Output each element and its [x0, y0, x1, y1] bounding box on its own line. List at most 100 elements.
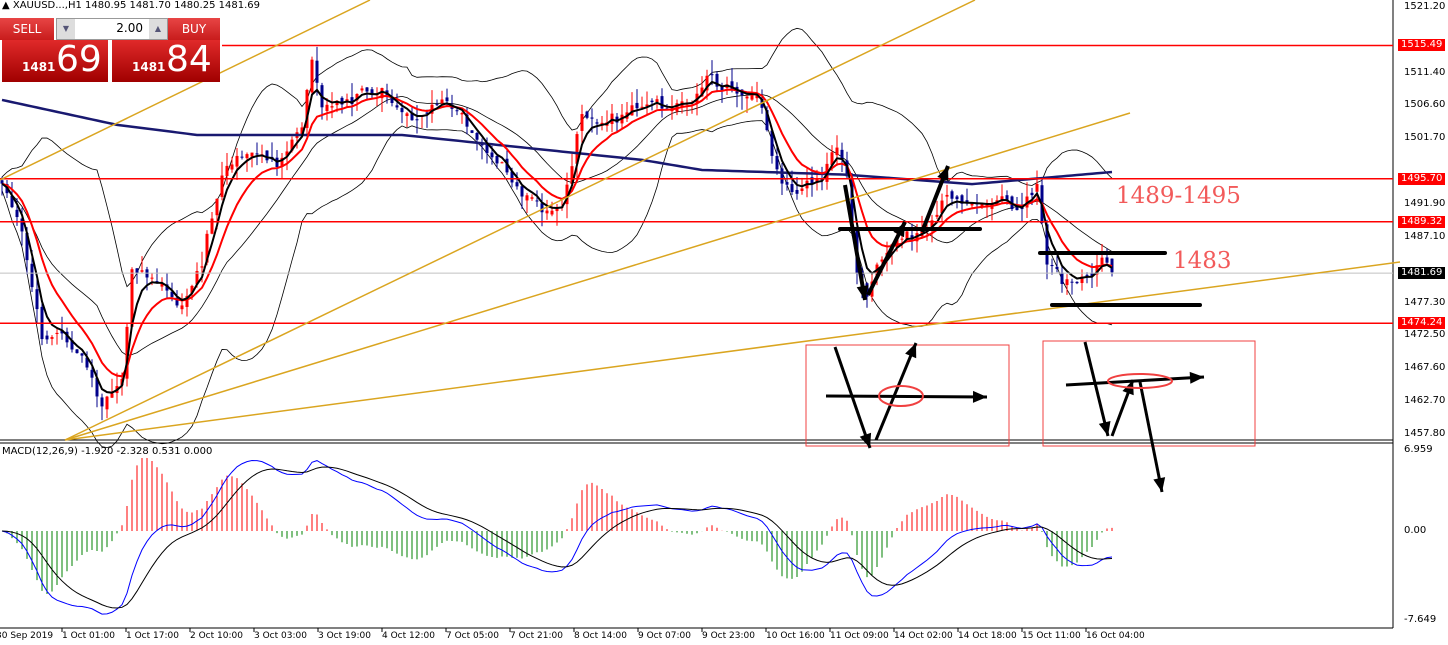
candle-body	[775, 155, 779, 170]
candle-body	[1085, 274, 1089, 276]
sell-button[interactable]: SELL	[0, 18, 54, 40]
candle-body	[540, 203, 544, 213]
time-tick: 3 Oct 03:00	[254, 631, 307, 641]
arrow-shaft	[825, 394, 988, 399]
arrow-head-icon	[1189, 371, 1204, 384]
arrow-shaft	[843, 184, 867, 301]
candle-body	[460, 113, 464, 115]
time-tick: 8 Oct 14:00	[574, 631, 627, 641]
candle-body	[525, 195, 529, 201]
price-tick: 1487.10	[1404, 230, 1446, 242]
candle-body	[440, 99, 444, 104]
candle-body	[15, 209, 19, 218]
candle-body	[150, 277, 154, 279]
candle-body	[330, 106, 334, 108]
candle-body	[35, 289, 39, 310]
time-tick: 30 Sep 2019	[0, 631, 54, 641]
candle-body	[200, 266, 204, 268]
candle-body	[215, 198, 219, 216]
price-tick: 1511.40	[1404, 67, 1446, 78]
chart-window[interactable]: ▲ XAUUSD...,H1 1480.95 1481.70 1480.25 1…	[0, 0, 1448, 645]
candle-body	[400, 108, 404, 113]
candle-body	[490, 152, 494, 158]
time-tick: 14 Oct 18:00	[958, 631, 1017, 641]
lot-increase-icon[interactable]: ▲	[149, 19, 167, 39]
candle-body	[800, 188, 804, 191]
candle-body	[900, 238, 904, 240]
sell-price-big: 69	[56, 39, 102, 80]
lot-size-input[interactable]: ▼ 2.00 ▲	[56, 18, 168, 40]
candle-body	[795, 189, 799, 194]
time-tick: 1 Oct 01:00	[62, 631, 115, 641]
arrow-head-icon	[972, 390, 987, 403]
candle-body	[110, 393, 114, 398]
candle-body	[710, 74, 714, 76]
time-tick: 14 Oct 02:00	[894, 631, 953, 641]
candle-body	[515, 182, 519, 187]
ma-slow-line	[1, 88, 1113, 378]
arrow-head-icon	[1153, 477, 1166, 492]
price-tick: 1506.60	[1404, 99, 1446, 111]
arrow-shaft	[1065, 375, 1205, 387]
buy-button[interactable]: BUY	[168, 18, 220, 40]
chart-canvas[interactable]	[0, 0, 1448, 645]
price-tick: 1472.50	[1404, 328, 1446, 340]
candle-body	[780, 168, 784, 184]
candle-body	[745, 96, 749, 99]
lot-value[interactable]: 2.00	[116, 21, 143, 35]
price-tick: 1457.80	[1404, 427, 1446, 439]
candle-body	[1035, 183, 1039, 192]
candle-body	[55, 332, 59, 334]
price-tick: 1521.20	[1404, 1, 1446, 12]
candle-body	[45, 335, 49, 340]
candle-body	[415, 119, 419, 121]
buy-price-button[interactable]: 1481 84	[112, 40, 220, 82]
candle-body	[105, 396, 109, 410]
candle-body	[935, 214, 939, 217]
price-level-tag: 1474.24	[1398, 317, 1445, 330]
candle-body	[655, 99, 659, 103]
candle-body	[365, 87, 369, 92]
level-annotation: 1483	[1173, 248, 1232, 274]
candle-body	[100, 397, 104, 407]
candle-body	[835, 147, 839, 156]
price-level-tag: 1489.32	[1398, 215, 1445, 228]
candle-body	[1055, 266, 1059, 270]
time-tick: 3 Oct 19:00	[318, 631, 371, 641]
candle-body	[455, 110, 459, 112]
candle-body	[180, 305, 184, 310]
price-tick: 1477.30	[1404, 296, 1446, 308]
candle-body	[1060, 272, 1064, 284]
arrow-shaft	[1083, 341, 1110, 437]
one-click-trading-panel: SELL ▼ 2.00 ▲ BUY 1481 69 1481 84	[0, 16, 220, 82]
candle-body	[495, 155, 499, 164]
candle-body	[405, 113, 409, 116]
candle-body	[1070, 281, 1074, 283]
candle-body	[1075, 281, 1079, 284]
lot-decrease-icon[interactable]: ▼	[57, 19, 75, 39]
candle-body	[445, 97, 449, 102]
macd-tick-max: 6.959	[1404, 444, 1433, 455]
candle-body	[245, 154, 249, 159]
candle-body	[90, 369, 94, 378]
macd-label: MACD(12,26,9) -1.920 -2.328 0.531 0.000	[2, 446, 213, 457]
candle-body	[135, 268, 139, 273]
time-tick: 7 Oct 05:00	[446, 631, 499, 641]
price-level-tag: 1495.70	[1398, 172, 1445, 185]
time-tick: 1 Oct 17:00	[126, 631, 179, 641]
time-tick: 15 Oct 11:00	[1022, 631, 1081, 641]
candle-body	[210, 218, 214, 234]
candle-body	[310, 59, 314, 93]
candle-body	[595, 122, 599, 124]
candle-body	[635, 102, 639, 109]
candle-body	[395, 105, 399, 108]
candle-body	[435, 104, 439, 106]
candle-body	[500, 162, 504, 164]
candle-body	[585, 111, 589, 118]
time-tick: 2 Oct 10:00	[190, 631, 243, 641]
zone-annotation: 1489-1495	[1116, 183, 1241, 209]
trendline	[64, 261, 1401, 441]
time-tick: 4 Oct 12:00	[382, 631, 435, 641]
sell-price-button[interactable]: 1481 69	[2, 40, 108, 82]
price-tick: 1467.60	[1404, 361, 1446, 373]
